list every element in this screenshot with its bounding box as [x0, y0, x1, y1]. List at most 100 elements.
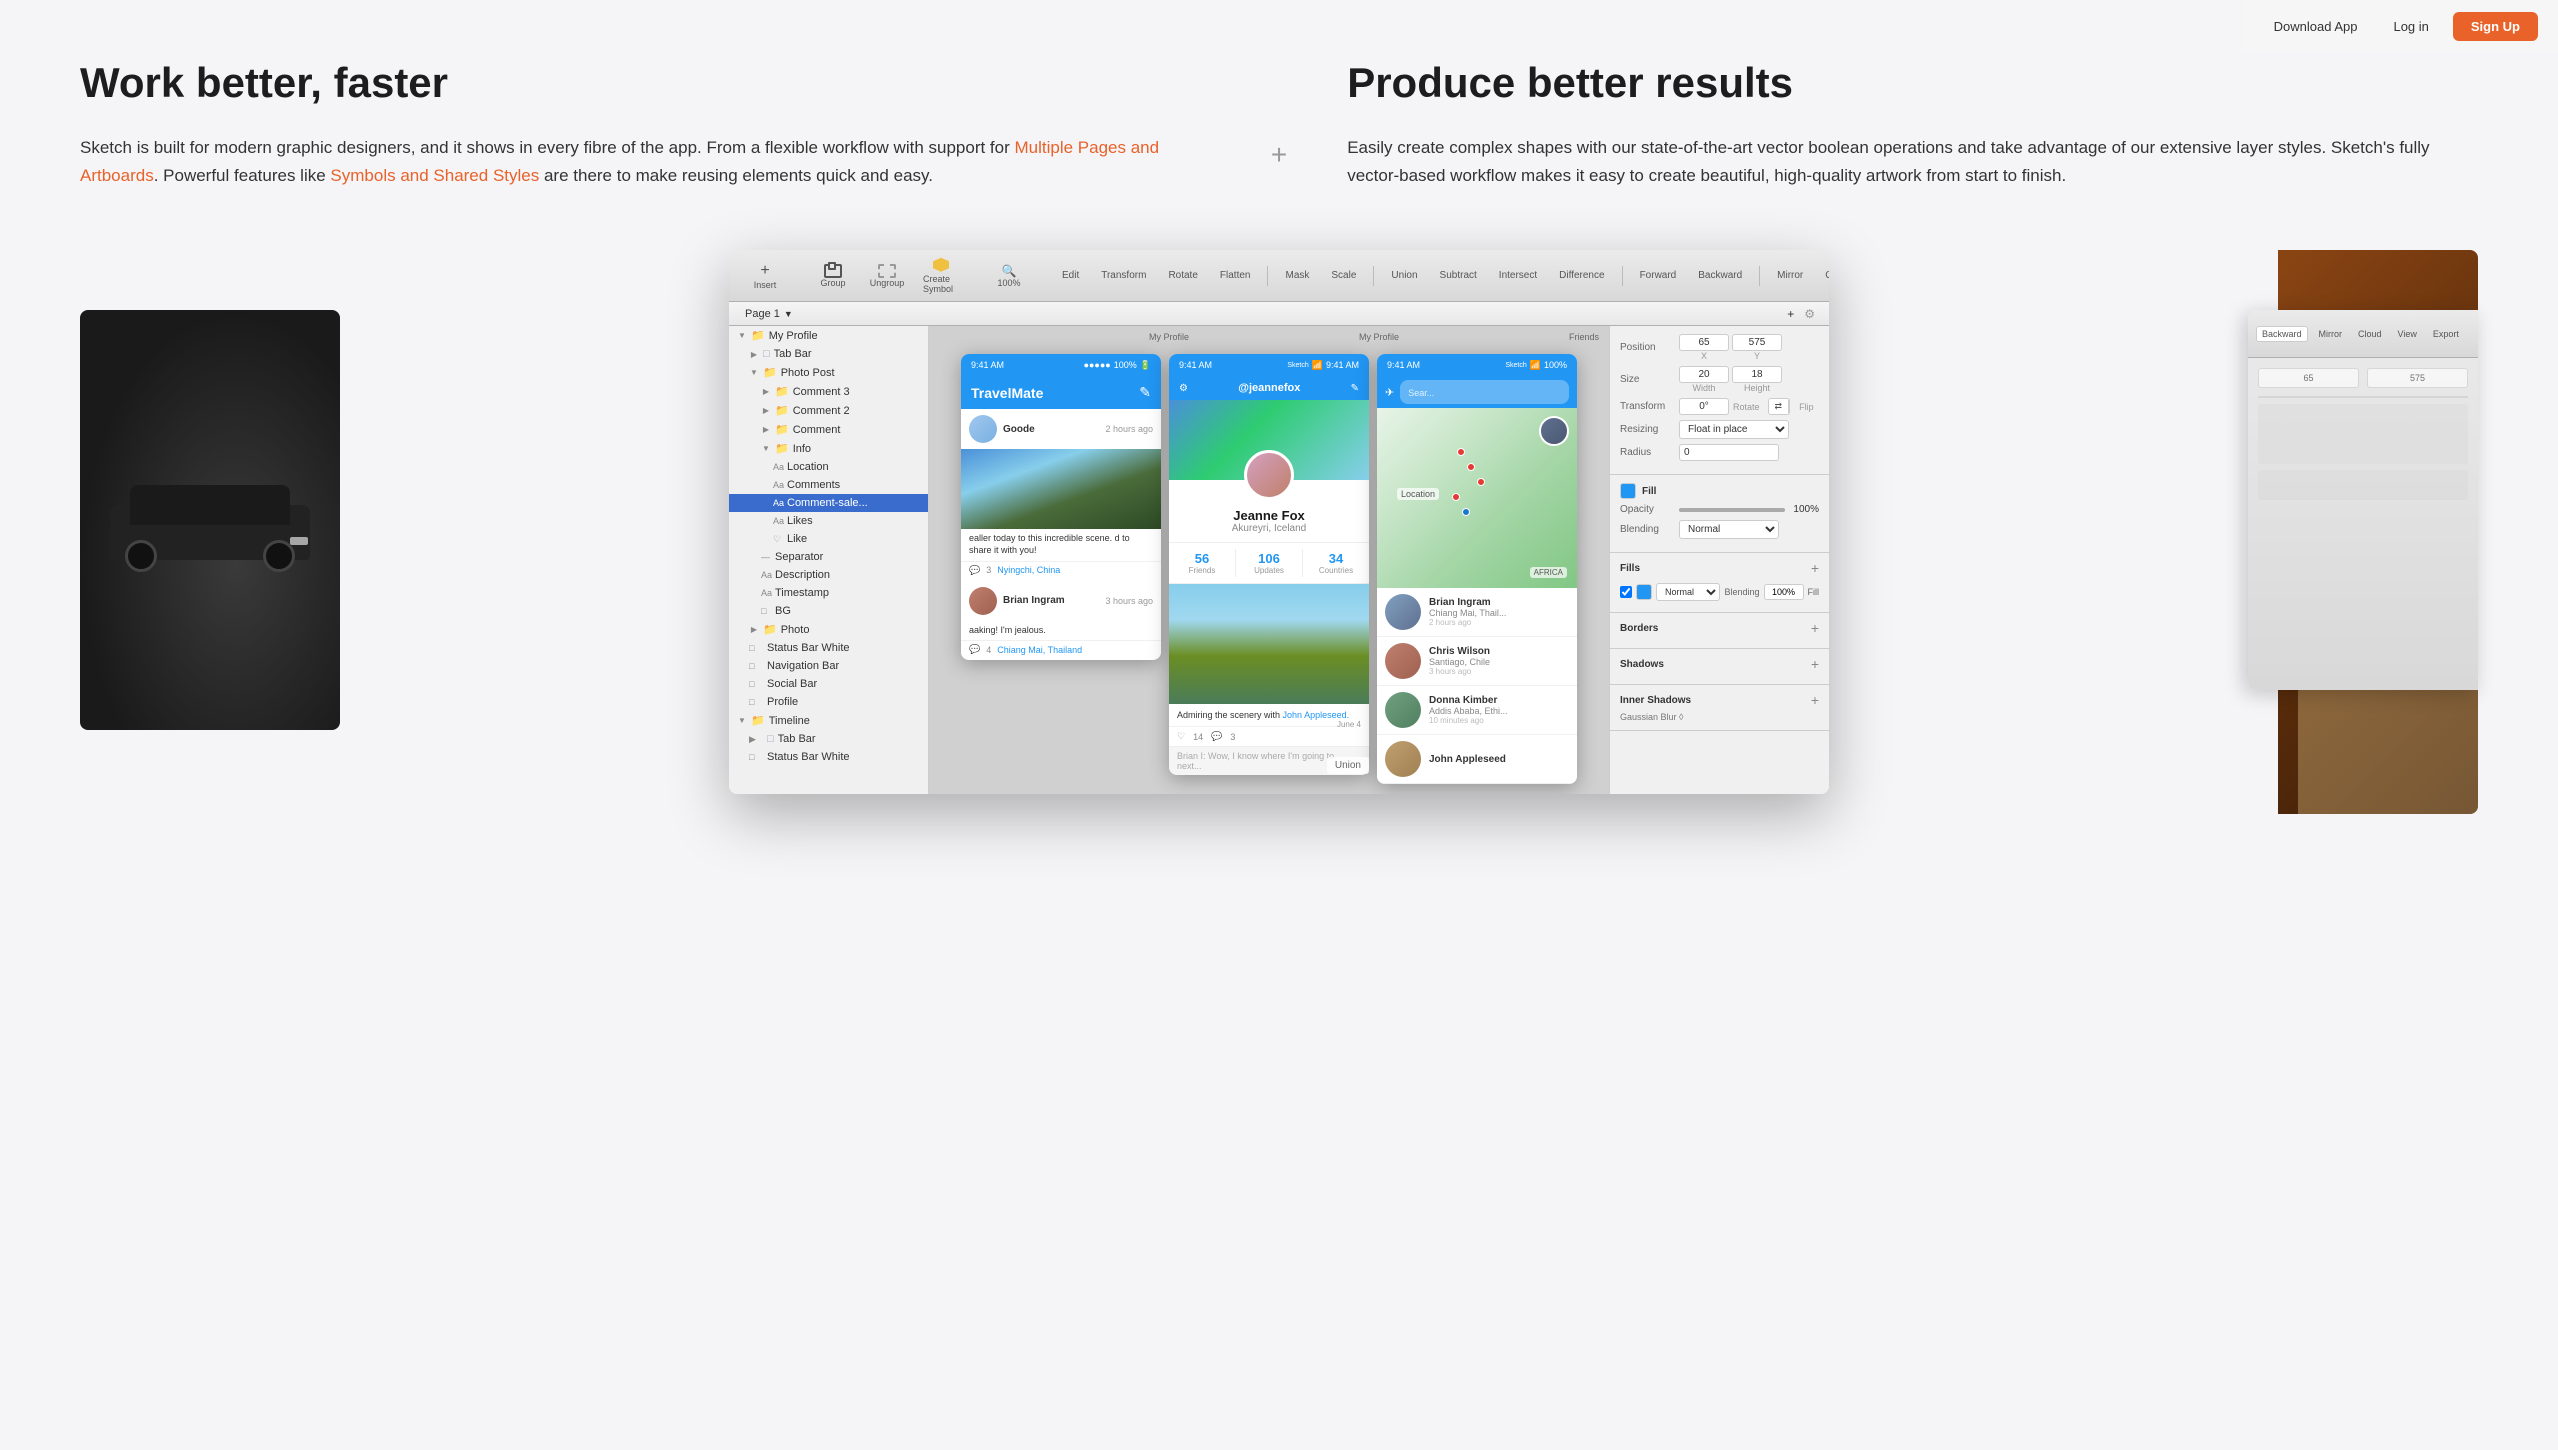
sidebar-item-timestamp[interactable]: Aa Timestamp — [729, 584, 928, 602]
difference-button[interactable]: Difference — [1550, 266, 1613, 285]
fill-color-swatch[interactable] — [1620, 483, 1636, 499]
sidebar-item-separator[interactable]: — Separator — [729, 548, 928, 566]
sidebar-item-tab-bar-2[interactable]: ▶ □ Tab Bar — [729, 730, 928, 748]
resizing-select[interactable]: Float in place Stretch Pin to corner — [1679, 420, 1789, 439]
layers-sidebar: ▼ 📁 My Profile ▶ □ Tab Bar ▼ 📁 Photo Pos… — [729, 326, 929, 794]
sidebar-item-tab-bar[interactable]: ▶ □ Tab Bar — [729, 345, 928, 363]
y-input[interactable] — [1732, 334, 1782, 351]
sidebar-item-comments-text[interactable]: Aa Comments — [729, 476, 928, 494]
intersect-button[interactable]: Intersect — [1490, 266, 1546, 285]
flip-h-btn[interactable]: ⇄ — [1769, 399, 1790, 414]
rotate-button[interactable]: Rotate — [1159, 266, 1206, 285]
sidebar-item-bg[interactable]: □ BG — [729, 602, 928, 620]
compose-btn[interactable]: ✎ — [1351, 383, 1359, 394]
add-page-button[interactable]: + — [1783, 307, 1798, 321]
width-input[interactable] — [1679, 366, 1729, 383]
add-fill-button[interactable]: + — [1811, 561, 1819, 575]
updates-label: Updates — [1240, 566, 1298, 575]
sidebar-item-my-profile[interactable]: ▼ 📁 My Profile — [729, 326, 928, 345]
fill-opacity-input[interactable] — [1764, 584, 1804, 600]
ungroup-button[interactable]: Ungroup — [863, 256, 911, 296]
mask-button[interactable]: Mask — [1276, 266, 1318, 285]
edit-button[interactable]: Edit — [1053, 266, 1088, 285]
sidebar-item-nav-bar[interactable]: □ Navigation Bar — [729, 657, 928, 675]
post-link[interactable]: John Appleseed. — [1283, 710, 1350, 720]
subtract-button[interactable]: Subtract — [1431, 266, 1486, 285]
flip-v-btn[interactable]: ⇅ — [1789, 399, 1790, 414]
sidebar-item-likes[interactable]: Aa Likes — [729, 512, 928, 530]
add-border-button[interactable]: + — [1811, 621, 1819, 635]
sidebar-item-comment3[interactable]: ▶ 📁 Comment 3 — [729, 382, 928, 401]
sidebar-item-info[interactable]: ▼ 📁 Info — [729, 439, 928, 458]
sidebar-item-comment2[interactable]: ▶ 📁 Comment 2 — [729, 401, 928, 420]
cloud-btn[interactable]: Cloud — [2353, 327, 2387, 341]
sidebar-item-status-bar-white[interactable]: □ Status Bar White — [729, 639, 928, 657]
sidebar-item-photo[interactable]: ▶ 📁 Photo — [729, 620, 928, 639]
create-symbol-button[interactable]: Create Symbol — [917, 256, 965, 296]
sidebar-item-status-bar-white-2[interactable]: □ Status Bar White — [729, 748, 928, 766]
mirror-btn[interactable]: Mirror — [2314, 327, 2348, 341]
sidebar-item-profile[interactable]: □ Profile — [729, 693, 928, 711]
fill-swatch-1[interactable] — [1636, 584, 1652, 600]
backward-btn[interactable]: Backward — [2256, 326, 2308, 342]
symbols-link[interactable]: Symbols and Shared Styles — [330, 166, 539, 185]
blending-select[interactable]: Normal Multiply Screen — [1679, 520, 1779, 539]
back-icon[interactable]: ✈ — [1385, 386, 1394, 399]
friend-avatar-donna — [1385, 692, 1421, 728]
sidebar-item-description[interactable]: Aa Description — [729, 566, 928, 584]
x-input[interactable] — [1679, 334, 1729, 351]
sidebar-item-comment-sale[interactable]: Aa Comment-sale... — [729, 494, 928, 512]
signup-btn[interactable]: Sign Up — [2453, 12, 2538, 41]
separator-icon: — — [761, 552, 771, 562]
opacity-slider[interactable] — [1679, 508, 1785, 512]
radius-input[interactable] — [1679, 444, 1779, 461]
compose-icon[interactable]: ✎ — [1139, 384, 1151, 401]
page-selector[interactable]: Page 1 ▼ — [739, 306, 799, 322]
group-icon — [824, 264, 842, 278]
friend-info-donna: Donna Kimber Addis Ababa, Ethi... 10 min… — [1429, 695, 1569, 725]
comment-icon-2: 💬 — [969, 644, 980, 655]
right-col: Produce better results Easily create com… — [1347, 60, 2478, 190]
cloud-button[interactable]: Cloud — [1816, 266, 1829, 285]
sidebar-item-timeline[interactable]: ▼ 📁 Timeline — [729, 711, 928, 730]
add-shadow-button[interactable]: + — [1811, 657, 1819, 671]
sidebar-item-social-bar[interactable]: □ Social Bar — [729, 675, 928, 693]
fill-type-select[interactable]: Normal — [1656, 583, 1720, 601]
folder-icon-photo: 📁 — [763, 366, 777, 379]
group-button[interactable]: Group — [809, 256, 857, 296]
backward-button[interactable]: Backward — [1689, 266, 1751, 285]
rotate-input[interactable] — [1679, 398, 1729, 415]
settings-icon[interactable]: ⚙ — [1800, 307, 1819, 321]
toggle-my-profile[interactable]: ▼ — [737, 331, 747, 341]
comment2-label: Comment 2 — [793, 405, 920, 417]
forward-button[interactable]: Forward — [1631, 266, 1686, 285]
comments-count-1: 3 — [986, 565, 991, 575]
toggle-timeline[interactable]: ▼ — [737, 716, 747, 726]
sidebar-item-photo-post[interactable]: ▼ 📁 Photo Post — [729, 363, 928, 382]
transform-button[interactable]: Transform — [1092, 266, 1155, 285]
add-inner-shadow-button[interactable]: + — [1811, 693, 1819, 707]
scale-button[interactable]: Scale — [1322, 266, 1365, 285]
group-label: Group — [820, 278, 845, 288]
toolbar-sep-4 — [1267, 266, 1268, 286]
settings-btn[interactable]: ⚙ — [1179, 383, 1188, 394]
toggle-info[interactable]: ▼ — [761, 444, 771, 454]
folder-icon-c3: 📁 — [775, 385, 789, 398]
sidebar-item-comment[interactable]: ▶ 📁 Comment — [729, 420, 928, 439]
insert-button[interactable]: + Insert — [741, 256, 789, 296]
view-btn[interactable]: View — [2393, 327, 2422, 341]
toggle-photo-post[interactable]: ▼ — [749, 368, 759, 378]
sidebar-item-location[interactable]: Aa Location — [729, 458, 928, 476]
export-btn[interactable]: Export — [2428, 327, 2464, 341]
fill-checkbox[interactable] — [1620, 586, 1632, 598]
sidebar-item-like[interactable]: ♡ Like — [729, 530, 928, 548]
continent-label: AFRICA — [1530, 567, 1567, 578]
height-input[interactable] — [1732, 366, 1782, 383]
download-app-btn[interactable]: Download App — [2262, 13, 2370, 40]
zoom-button[interactable]: 🔍 100% — [985, 256, 1033, 296]
radius-row: Radius — [1620, 444, 1819, 461]
mirror-button[interactable]: Mirror — [1768, 266, 1812, 285]
union-button[interactable]: Union — [1382, 266, 1426, 285]
login-btn[interactable]: Log in — [2381, 13, 2440, 40]
flatten-button[interactable]: Flatten — [1211, 266, 1260, 285]
